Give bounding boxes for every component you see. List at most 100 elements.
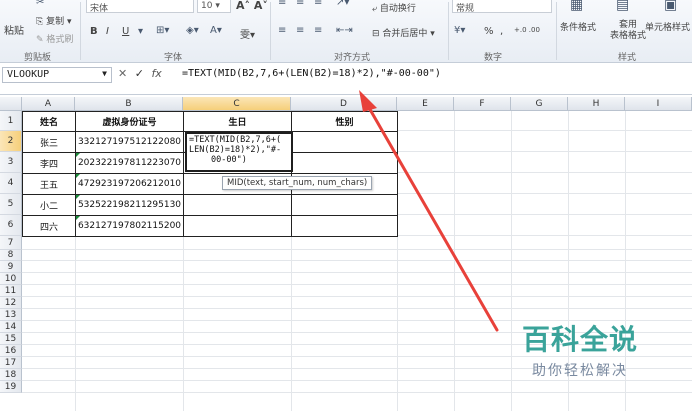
percent-button[interactable]: % bbox=[484, 26, 494, 37]
conditional-format-icon[interactable]: ▦ bbox=[570, 0, 583, 13]
error-indicator-icon[interactable] bbox=[76, 216, 80, 220]
fill-color-icon[interactable]: ◈▾ bbox=[186, 25, 199, 36]
border-icon[interactable]: ⊞▾ bbox=[156, 25, 169, 36]
header-cell[interactable]: 姓名 bbox=[22, 111, 76, 132]
column-header[interactable]: A bbox=[22, 97, 75, 111]
row-header[interactable]: 19 bbox=[0, 381, 22, 393]
phonetic-button[interactable]: 雯▾ bbox=[240, 26, 255, 41]
id-cell[interactable]: 532522198211295130 bbox=[75, 194, 184, 216]
paste-button[interactable]: 粘贴 bbox=[4, 22, 24, 37]
header-cell[interactable]: 虚拟身份证号 bbox=[75, 111, 184, 132]
row-header[interactable]: 8 bbox=[0, 250, 22, 261]
column-header[interactable]: D bbox=[291, 97, 397, 111]
name-box[interactable]: VLOOKUP ▼ bbox=[2, 67, 112, 83]
format-painter-button[interactable]: ✎ 格式刷 bbox=[36, 32, 73, 45]
error-indicator-icon[interactable] bbox=[76, 195, 80, 199]
number-format-select[interactable]: 常规 bbox=[452, 0, 552, 14]
birthday-cell[interactable] bbox=[183, 215, 292, 237]
copy-button[interactable]: ⎘ 复制 ▾ bbox=[36, 14, 71, 27]
row-header[interactable]: 16 bbox=[0, 345, 22, 357]
name-cell[interactable]: 王五 bbox=[22, 173, 76, 195]
column-header[interactable]: F bbox=[454, 97, 511, 111]
column-header[interactable]: H bbox=[568, 97, 625, 111]
birthday-cell[interactable] bbox=[183, 194, 292, 216]
formula-input[interactable]: =TEXT(MID(B2,7,6+(LEN(B2)=18)*2),"#-00-0… bbox=[182, 68, 441, 79]
align-middle-icon[interactable]: ≡ bbox=[296, 0, 304, 8]
merge-center-button[interactable]: ⊟ 合并后居中 ▾ bbox=[372, 26, 435, 39]
align-right-icon[interactable]: ≡ bbox=[314, 25, 322, 36]
gender-cell[interactable] bbox=[291, 215, 398, 237]
align-center-icon[interactable]: ≡ bbox=[296, 25, 304, 36]
conditional-format-button[interactable]: 条件格式 bbox=[560, 20, 596, 33]
column-header[interactable]: G bbox=[511, 97, 568, 111]
wrap-text-button[interactable]: ⤶ 自动换行 bbox=[372, 1, 416, 14]
row-header[interactable]: 4 bbox=[0, 173, 22, 194]
align-bottom-icon[interactable]: ≡ bbox=[314, 0, 322, 8]
cancel-icon[interactable]: ✕ bbox=[118, 67, 127, 80]
font-size-select[interactable]: 10 ▾ bbox=[197, 0, 231, 13]
font-size-value: 10 bbox=[201, 1, 213, 11]
cell-editor[interactable]: =TEXT(MID(B2,7,6+( LEN(B2)=18)*2),"#- 00… bbox=[185, 132, 293, 172]
row-header[interactable]: 18 bbox=[0, 369, 22, 381]
row-header[interactable]: 3 bbox=[0, 152, 22, 173]
cell-styles-icon[interactable]: ▣ bbox=[664, 0, 677, 13]
error-indicator-icon[interactable] bbox=[76, 174, 80, 178]
row-header[interactable]: 2 bbox=[0, 131, 22, 152]
table-format-icon[interactable]: ▤ bbox=[616, 0, 629, 13]
column-header[interactable]: E bbox=[397, 97, 454, 111]
underline-dropdown-icon[interactable]: ▾ bbox=[138, 26, 143, 37]
grow-font-button[interactable]: A˄ A˅ bbox=[236, 0, 268, 12]
table-format-button[interactable]: 套用 表格格式 bbox=[610, 20, 646, 42]
increase-decimal-button[interactable]: +.0 .00 bbox=[514, 26, 540, 34]
gridline bbox=[454, 111, 455, 411]
column-header[interactable]: I bbox=[625, 97, 692, 111]
insert-function-icon[interactable]: fx bbox=[151, 67, 161, 80]
column-header[interactable]: C bbox=[183, 97, 291, 111]
row-header[interactable]: 6 bbox=[0, 215, 22, 236]
select-all-button[interactable] bbox=[0, 97, 22, 111]
row-header[interactable]: 5 bbox=[0, 194, 22, 215]
font-name-select[interactable]: 宋体 bbox=[86, 0, 194, 14]
gender-cell[interactable] bbox=[291, 194, 398, 216]
id-cell[interactable]: 632127197802115200 bbox=[75, 215, 184, 237]
align-left-icon[interactable]: ≡ bbox=[278, 25, 286, 36]
row-header[interactable]: 11 bbox=[0, 285, 22, 297]
row-header[interactable]: 7 bbox=[0, 236, 22, 250]
watermark-title: 百科全说 bbox=[521, 323, 638, 356]
gender-cell[interactable] bbox=[291, 131, 398, 153]
name-cell[interactable]: 李四 bbox=[22, 152, 76, 174]
enter-icon[interactable]: ✓ bbox=[135, 67, 144, 80]
align-top-icon[interactable]: ≡ bbox=[278, 0, 286, 8]
indent-icon[interactable]: ⇤⇥ bbox=[336, 25, 353, 36]
orientation-icon[interactable]: ↗▾ bbox=[336, 0, 349, 8]
id-cell[interactable]: 202322197811223070 bbox=[75, 152, 184, 174]
font-color-icon[interactable]: A▾ bbox=[210, 25, 222, 36]
bold-button[interactable]: B bbox=[90, 26, 98, 37]
wrap-text-label: 自动换行 bbox=[379, 4, 416, 14]
cell-styles-button[interactable]: 单元格样式 bbox=[645, 20, 690, 33]
gender-cell[interactable] bbox=[291, 152, 398, 174]
cut-icon[interactable]: ✂ bbox=[36, 0, 44, 8]
comma-button[interactable]: , bbox=[500, 26, 503, 37]
row-header[interactable]: 17 bbox=[0, 357, 22, 369]
underline-button[interactable]: U bbox=[122, 26, 129, 37]
id-cell[interactable]: 332127197512122080 bbox=[75, 131, 184, 153]
row-header[interactable]: 14 bbox=[0, 321, 22, 333]
row-header[interactable]: 13 bbox=[0, 309, 22, 321]
name-cell[interactable]: 小二 bbox=[22, 194, 76, 216]
row-header[interactable]: 9 bbox=[0, 261, 22, 273]
header-cell[interactable]: 生日 bbox=[183, 111, 292, 132]
row-header[interactable]: 1 bbox=[0, 111, 22, 131]
currency-icon[interactable]: ¥▾ bbox=[454, 25, 465, 36]
name-cell[interactable]: 张三 bbox=[22, 131, 76, 153]
name-cell[interactable]: 四六 bbox=[22, 215, 76, 237]
column-header[interactable]: B bbox=[75, 97, 183, 111]
id-cell[interactable]: 472923197206212010 bbox=[75, 173, 184, 195]
header-cell[interactable]: 性别 bbox=[291, 111, 398, 132]
row-header[interactable]: 12 bbox=[0, 297, 22, 309]
italic-button[interactable]: I bbox=[106, 26, 109, 37]
row-header[interactable]: 15 bbox=[0, 333, 22, 345]
error-indicator-icon[interactable] bbox=[76, 153, 80, 157]
chevron-down-icon[interactable]: ▼ bbox=[102, 69, 107, 78]
row-header[interactable]: 10 bbox=[0, 273, 22, 285]
